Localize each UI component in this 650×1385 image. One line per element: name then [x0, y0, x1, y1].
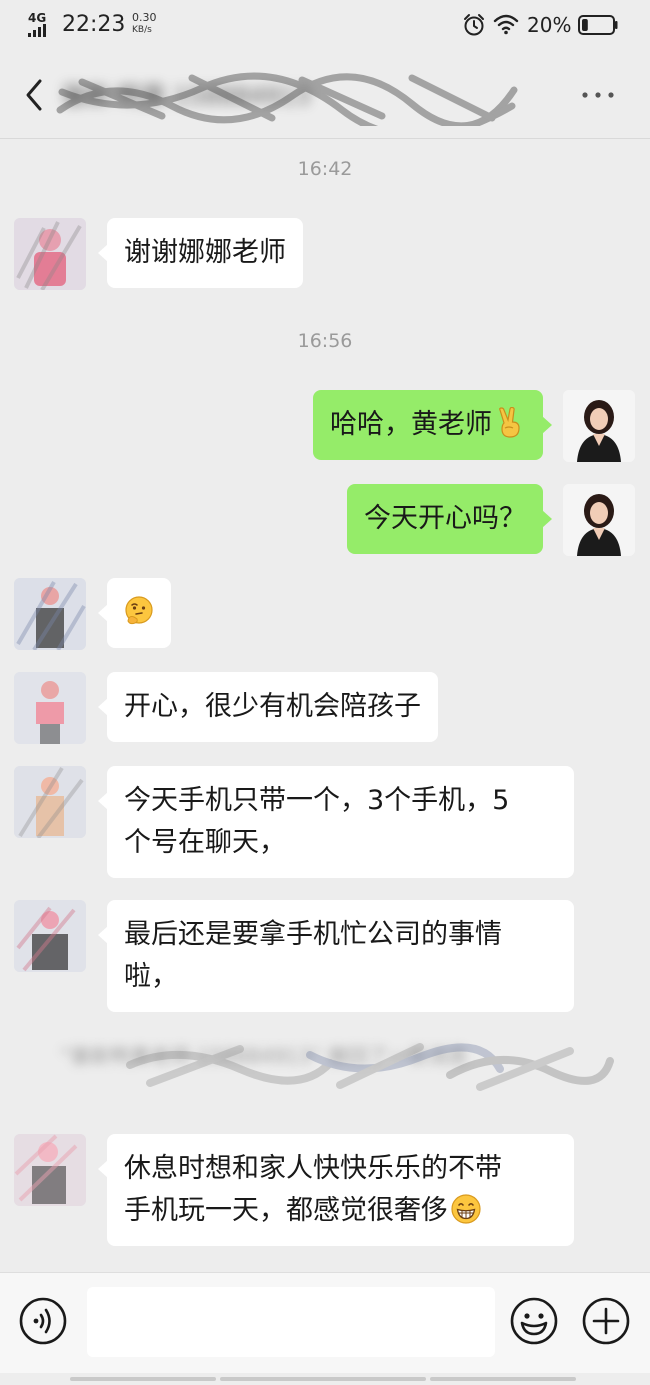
chevron-left-icon[interactable]	[22, 76, 48, 114]
contact-avatar[interactable]	[14, 1134, 86, 1206]
message-timestamp: 16:56	[297, 330, 353, 352]
emoji-icon[interactable]	[510, 1297, 558, 1345]
message-text-line: 最后还是要拿手机忙公司的事情	[124, 919, 502, 950]
more-dots-icon[interactable]	[580, 89, 616, 101]
clock: 22:23	[62, 12, 126, 37]
message-text-line: 手机玩一天，都感觉很奢侈	[124, 1195, 448, 1226]
incoming-message[interactable]: 开心，很少有机会陪孩子	[98, 672, 438, 742]
message-text: 谢谢娜娜老师	[124, 237, 286, 268]
victory-hand-icon	[499, 407, 520, 438]
speed-value: 0.30	[132, 11, 157, 24]
battery-percentage: 20%	[527, 13, 572, 37]
thinking-face-icon	[125, 596, 153, 625]
my-avatar[interactable]	[563, 390, 635, 462]
speed-unit: KB/s	[132, 25, 152, 35]
signal-icon: 4G	[26, 11, 56, 38]
incoming-message[interactable]	[98, 578, 171, 648]
message-timestamp: 16:42	[297, 158, 353, 180]
message-text-line: 休息时想和家人快快乐乐的不带	[124, 1153, 502, 1184]
message-text: 今天开心吗？	[364, 503, 526, 534]
my-avatar[interactable]	[563, 484, 635, 556]
message-text-line-with-emoji: 手机玩一天，都感觉很奢侈	[124, 1190, 557, 1232]
contact-avatar[interactable]	[14, 672, 86, 744]
redaction-scribble	[126, 1043, 614, 1091]
redaction-scribble	[56, 72, 518, 126]
message-text-line: 啦，	[124, 961, 178, 992]
incoming-message[interactable]: 今天手机只带一个，3个手机，5 个号在聊天，	[98, 766, 574, 878]
message-input[interactable]	[87, 1287, 495, 1357]
message-text: 开心，很少有机会陪孩子	[124, 691, 421, 722]
contact-avatar[interactable]	[14, 766, 86, 838]
message-text-line: 今天手机只带一个，3个手机，5	[124, 785, 510, 816]
contact-avatar[interactable]	[14, 900, 86, 972]
contact-avatar[interactable]	[14, 578, 86, 650]
wifi-icon	[493, 14, 519, 35]
message-text-line: 个号在聊天，	[124, 827, 286, 858]
input-toolbar	[0, 1272, 650, 1373]
incoming-message[interactable]: 谢谢娜娜老师	[98, 218, 303, 288]
contact-avatar[interactable]	[14, 218, 86, 290]
outgoing-message[interactable]: 哈哈，黄老师	[313, 390, 552, 460]
incoming-message[interactable]: 休息时想和家人快快乐乐的不带 手机玩一天，都感觉很奢侈	[98, 1134, 574, 1246]
chat-header: 骓新 鸭黄 158884913	[0, 52, 650, 139]
gesture-bar	[70, 1366, 580, 1381]
network-type: 4G	[28, 11, 47, 25]
outgoing-message[interactable]: 今天开心吗？	[347, 484, 552, 554]
incoming-message[interactable]: 最后还是要拿手机忙公司的事情 啦，	[98, 900, 574, 1012]
network-speed: 0.30 KB/s	[132, 12, 157, 36]
recall-notice: “骓新鸭黄老师 158884913” 撤回了一条消息	[40, 1035, 614, 1103]
plus-icon[interactable]	[582, 1297, 630, 1345]
grinning-face-icon	[451, 1194, 481, 1224]
status-bar: 4G 22:23 0.30 KB/s 20%	[0, 0, 650, 52]
battery-icon	[578, 15, 618, 35]
alarm-icon	[464, 14, 484, 36]
message-text: 哈哈，黄老师	[330, 409, 492, 440]
voice-icon[interactable]	[19, 1297, 67, 1345]
